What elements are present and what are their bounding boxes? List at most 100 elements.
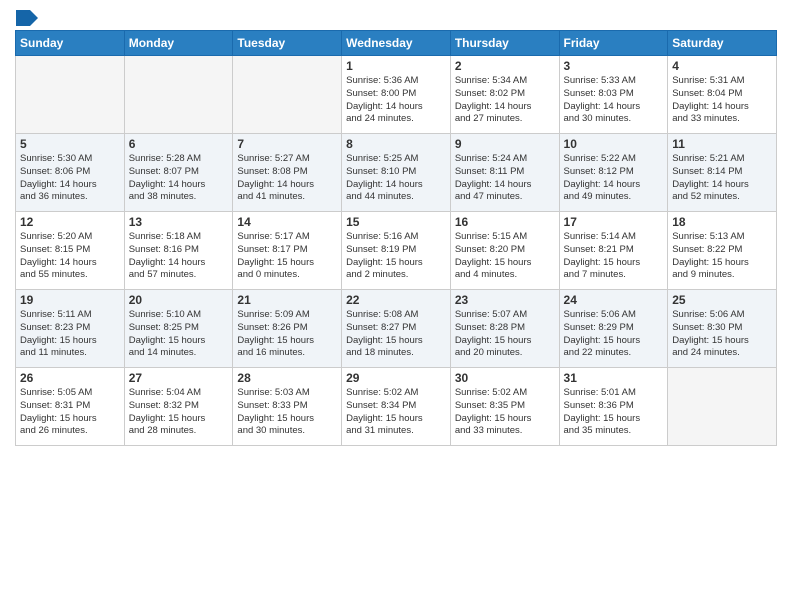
day-number: 4 bbox=[672, 59, 772, 73]
calendar-day-cell: 6 Sunrise: 5:28 AM Sunset: 8:07 PM Daylig… bbox=[124, 134, 233, 212]
day-number: 1 bbox=[346, 59, 446, 73]
day-info: Sunrise: 5:10 AM Sunset: 8:25 PM Dayligh… bbox=[129, 309, 229, 360]
day-number: 20 bbox=[129, 293, 229, 307]
day-number: 19 bbox=[20, 293, 120, 307]
day-info: Sunrise: 5:07 AM Sunset: 8:28 PM Dayligh… bbox=[455, 309, 555, 360]
day-number: 21 bbox=[237, 293, 337, 307]
calendar-day-cell: 20 Sunrise: 5:10 AM Sunset: 8:25 PM Dayli… bbox=[124, 290, 233, 368]
day-info: Sunrise: 5:13 AM Sunset: 8:22 PM Dayligh… bbox=[672, 231, 772, 282]
day-number: 8 bbox=[346, 137, 446, 151]
day-number: 23 bbox=[455, 293, 555, 307]
day-info: Sunrise: 5:28 AM Sunset: 8:07 PM Dayligh… bbox=[129, 153, 229, 204]
day-number: 16 bbox=[455, 215, 555, 229]
day-info: Sunrise: 5:17 AM Sunset: 8:17 PM Dayligh… bbox=[237, 231, 337, 282]
day-info: Sunrise: 5:01 AM Sunset: 8:36 PM Dayligh… bbox=[564, 387, 664, 438]
day-info: Sunrise: 5:33 AM Sunset: 8:03 PM Dayligh… bbox=[564, 75, 664, 126]
calendar-day-cell bbox=[124, 56, 233, 134]
calendar-day-cell: 3 Sunrise: 5:33 AM Sunset: 8:03 PM Daylig… bbox=[559, 56, 668, 134]
calendar-day-cell: 23 Sunrise: 5:07 AM Sunset: 8:28 PM Dayli… bbox=[450, 290, 559, 368]
day-number: 11 bbox=[672, 137, 772, 151]
calendar-day-cell: 8 Sunrise: 5:25 AM Sunset: 8:10 PM Daylig… bbox=[342, 134, 451, 212]
day-info: Sunrise: 5:36 AM Sunset: 8:00 PM Dayligh… bbox=[346, 75, 446, 126]
calendar-week-row: 1 Sunrise: 5:36 AM Sunset: 8:00 PM Daylig… bbox=[16, 56, 777, 134]
calendar-table: SundayMondayTuesdayWednesdayThursdayFrid… bbox=[15, 30, 777, 446]
day-info: Sunrise: 5:11 AM Sunset: 8:23 PM Dayligh… bbox=[20, 309, 120, 360]
day-number: 17 bbox=[564, 215, 664, 229]
weekday-header: Sunday bbox=[16, 31, 125, 56]
day-number: 14 bbox=[237, 215, 337, 229]
calendar-day-cell bbox=[16, 56, 125, 134]
calendar-day-cell: 9Sunrise: 5:24 AM Sunset: 8:11 PM Daylig… bbox=[450, 134, 559, 212]
calendar-header-row: SundayMondayTuesdayWednesdayThursdayFrid… bbox=[16, 31, 777, 56]
day-info: Sunrise: 5:15 AM Sunset: 8:20 PM Dayligh… bbox=[455, 231, 555, 282]
day-info: Sunrise: 5:05 AM Sunset: 8:31 PM Dayligh… bbox=[20, 387, 120, 438]
calendar-day-cell: 5Sunrise: 5:30 AM Sunset: 8:06 PM Daylig… bbox=[16, 134, 125, 212]
calendar-day-cell: 19 Sunrise: 5:11 AM Sunset: 8:23 PM Dayli… bbox=[16, 290, 125, 368]
day-number: 2 bbox=[455, 59, 555, 73]
calendar-day-cell bbox=[233, 56, 342, 134]
day-number: 26 bbox=[20, 371, 120, 385]
day-info: Sunrise: 5:08 AM Sunset: 8:27 PM Dayligh… bbox=[346, 309, 446, 360]
calendar-day-cell bbox=[668, 368, 777, 446]
day-info: Sunrise: 5:02 AM Sunset: 8:35 PM Dayligh… bbox=[455, 387, 555, 438]
calendar-week-row: 12Sunrise: 5:20 AM Sunset: 8:15 PM Dayli… bbox=[16, 212, 777, 290]
weekday-header: Friday bbox=[559, 31, 668, 56]
day-info: Sunrise: 5:34 AM Sunset: 8:02 PM Dayligh… bbox=[455, 75, 555, 126]
day-number: 10 bbox=[564, 137, 664, 151]
day-number: 6 bbox=[129, 137, 229, 151]
day-info: Sunrise: 5:04 AM Sunset: 8:32 PM Dayligh… bbox=[129, 387, 229, 438]
day-number: 24 bbox=[564, 293, 664, 307]
calendar-week-row: 19 Sunrise: 5:11 AM Sunset: 8:23 PM Dayli… bbox=[16, 290, 777, 368]
day-number: 3 bbox=[564, 59, 664, 73]
calendar-day-cell: 7Sunrise: 5:27 AM Sunset: 8:08 PM Daylig… bbox=[233, 134, 342, 212]
logo-row bbox=[15, 10, 39, 26]
calendar-day-cell: 28 Sunrise: 5:03 AM Sunset: 8:33 PM Dayli… bbox=[233, 368, 342, 446]
logo-bird-icon bbox=[16, 10, 38, 26]
day-info: Sunrise: 5:21 AM Sunset: 8:14 PM Dayligh… bbox=[672, 153, 772, 204]
day-number: 13 bbox=[129, 215, 229, 229]
day-number: 31 bbox=[564, 371, 664, 385]
day-info: Sunrise: 5:14 AM Sunset: 8:21 PM Dayligh… bbox=[564, 231, 664, 282]
calendar-day-cell: 11 Sunrise: 5:21 AM Sunset: 8:14 PM Dayli… bbox=[668, 134, 777, 212]
day-info: Sunrise: 5:22 AM Sunset: 8:12 PM Dayligh… bbox=[564, 153, 664, 204]
calendar-day-cell: 4 Sunrise: 5:31 AM Sunset: 8:04 PM Daylig… bbox=[668, 56, 777, 134]
calendar-day-cell: 30 Sunrise: 5:02 AM Sunset: 8:35 PM Dayli… bbox=[450, 368, 559, 446]
day-number: 30 bbox=[455, 371, 555, 385]
logo bbox=[15, 10, 39, 22]
weekday-header: Tuesday bbox=[233, 31, 342, 56]
calendar-week-row: 5Sunrise: 5:30 AM Sunset: 8:06 PM Daylig… bbox=[16, 134, 777, 212]
calendar-day-cell: 18 Sunrise: 5:13 AM Sunset: 8:22 PM Dayli… bbox=[668, 212, 777, 290]
day-info: Sunrise: 5:09 AM Sunset: 8:26 PM Dayligh… bbox=[237, 309, 337, 360]
header bbox=[15, 10, 777, 22]
calendar-day-cell: 13Sunrise: 5:18 AM Sunset: 8:16 PM Dayli… bbox=[124, 212, 233, 290]
day-info: Sunrise: 5:24 AM Sunset: 8:11 PM Dayligh… bbox=[455, 153, 555, 204]
day-info: Sunrise: 5:31 AM Sunset: 8:04 PM Dayligh… bbox=[672, 75, 772, 126]
day-info: Sunrise: 5:02 AM Sunset: 8:34 PM Dayligh… bbox=[346, 387, 446, 438]
weekday-header: Saturday bbox=[668, 31, 777, 56]
day-number: 7 bbox=[237, 137, 337, 151]
day-number: 29 bbox=[346, 371, 446, 385]
calendar-day-cell: 2 Sunrise: 5:34 AM Sunset: 8:02 PM Daylig… bbox=[450, 56, 559, 134]
day-info: Sunrise: 5:06 AM Sunset: 8:29 PM Dayligh… bbox=[564, 309, 664, 360]
day-number: 15 bbox=[346, 215, 446, 229]
day-info: Sunrise: 5:06 AM Sunset: 8:30 PM Dayligh… bbox=[672, 309, 772, 360]
calendar-day-cell: 12Sunrise: 5:20 AM Sunset: 8:15 PM Dayli… bbox=[16, 212, 125, 290]
calendar-day-cell: 1 Sunrise: 5:36 AM Sunset: 8:00 PM Daylig… bbox=[342, 56, 451, 134]
calendar-day-cell: 17 Sunrise: 5:14 AM Sunset: 8:21 PM Dayli… bbox=[559, 212, 668, 290]
page-container: SundayMondayTuesdayWednesdayThursdayFrid… bbox=[0, 0, 792, 456]
day-number: 18 bbox=[672, 215, 772, 229]
day-info: Sunrise: 5:20 AM Sunset: 8:15 PM Dayligh… bbox=[20, 231, 120, 282]
calendar-day-cell: 15Sunrise: 5:16 AM Sunset: 8:19 PM Dayli… bbox=[342, 212, 451, 290]
calendar-day-cell: 10 Sunrise: 5:22 AM Sunset: 8:12 PM Dayli… bbox=[559, 134, 668, 212]
calendar-day-cell: 24 Sunrise: 5:06 AM Sunset: 8:29 PM Dayli… bbox=[559, 290, 668, 368]
day-info: Sunrise: 5:03 AM Sunset: 8:33 PM Dayligh… bbox=[237, 387, 337, 438]
day-info: Sunrise: 5:25 AM Sunset: 8:10 PM Dayligh… bbox=[346, 153, 446, 204]
day-number: 28 bbox=[237, 371, 337, 385]
day-number: 5 bbox=[20, 137, 120, 151]
weekday-header: Monday bbox=[124, 31, 233, 56]
calendar-day-cell: 29 Sunrise: 5:02 AM Sunset: 8:34 PM Dayli… bbox=[342, 368, 451, 446]
calendar-day-cell: 21 Sunrise: 5:09 AM Sunset: 8:26 PM Dayli… bbox=[233, 290, 342, 368]
day-number: 25 bbox=[672, 293, 772, 307]
calendar-day-cell: 22Sunrise: 5:08 AM Sunset: 8:27 PM Dayli… bbox=[342, 290, 451, 368]
calendar-day-cell: 14 Sunrise: 5:17 AM Sunset: 8:17 PM Dayli… bbox=[233, 212, 342, 290]
